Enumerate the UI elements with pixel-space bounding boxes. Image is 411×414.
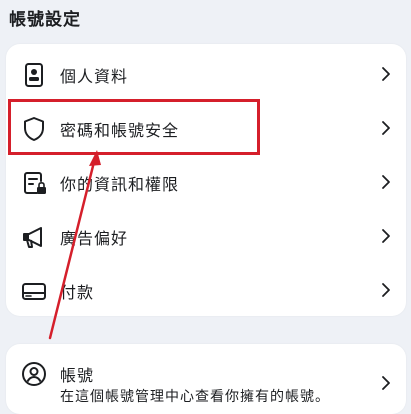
menu-item-label: 廣告偏好: [60, 229, 129, 248]
menu-item-ad-preferences[interactable]: 廣告偏好: [6, 209, 406, 263]
menu-item-info-permissions[interactable]: 你的資訊和權限: [6, 155, 406, 209]
chevron-right-icon: [382, 175, 390, 189]
id-card-icon: [25, 63, 43, 87]
account-description: 在這個帳號管理中心查看你擁有的帳號。: [60, 389, 330, 405]
menu-item-label: 個人資料: [60, 67, 129, 86]
menu-item-account[interactable]: 帳號 在這個帳號管理中心查看你擁有的帳號。: [6, 344, 406, 414]
menu-item-personal-info[interactable]: 個人資料: [6, 47, 406, 101]
user-circle-icon: [22, 362, 46, 386]
chevron-right-icon: [382, 229, 390, 243]
chevron-right-icon: [382, 376, 390, 390]
credit-card-icon: [22, 283, 46, 300]
section-title: 帳號設定: [9, 10, 81, 30]
chevron-right-icon: [382, 121, 390, 135]
account-card: 帳號 在這個帳號管理中心查看你擁有的帳號。: [6, 344, 406, 414]
menu-item-payments[interactable]: 付款: [6, 263, 406, 317]
highlight-box: [8, 99, 260, 155]
account-label: 帳號: [60, 366, 95, 385]
menu-item-label: 付款: [60, 283, 95, 302]
megaphone-icon: [23, 227, 42, 248]
menu-item-label: 你的資訊和權限: [60, 175, 180, 194]
chevron-right-icon: [382, 283, 390, 297]
document-lock-icon: [24, 172, 46, 194]
chevron-right-icon: [382, 67, 390, 81]
settings-card: 個人資料 密碼和帳號安全 你的資訊和權限 廣告偏好 付款: [6, 44, 406, 316]
